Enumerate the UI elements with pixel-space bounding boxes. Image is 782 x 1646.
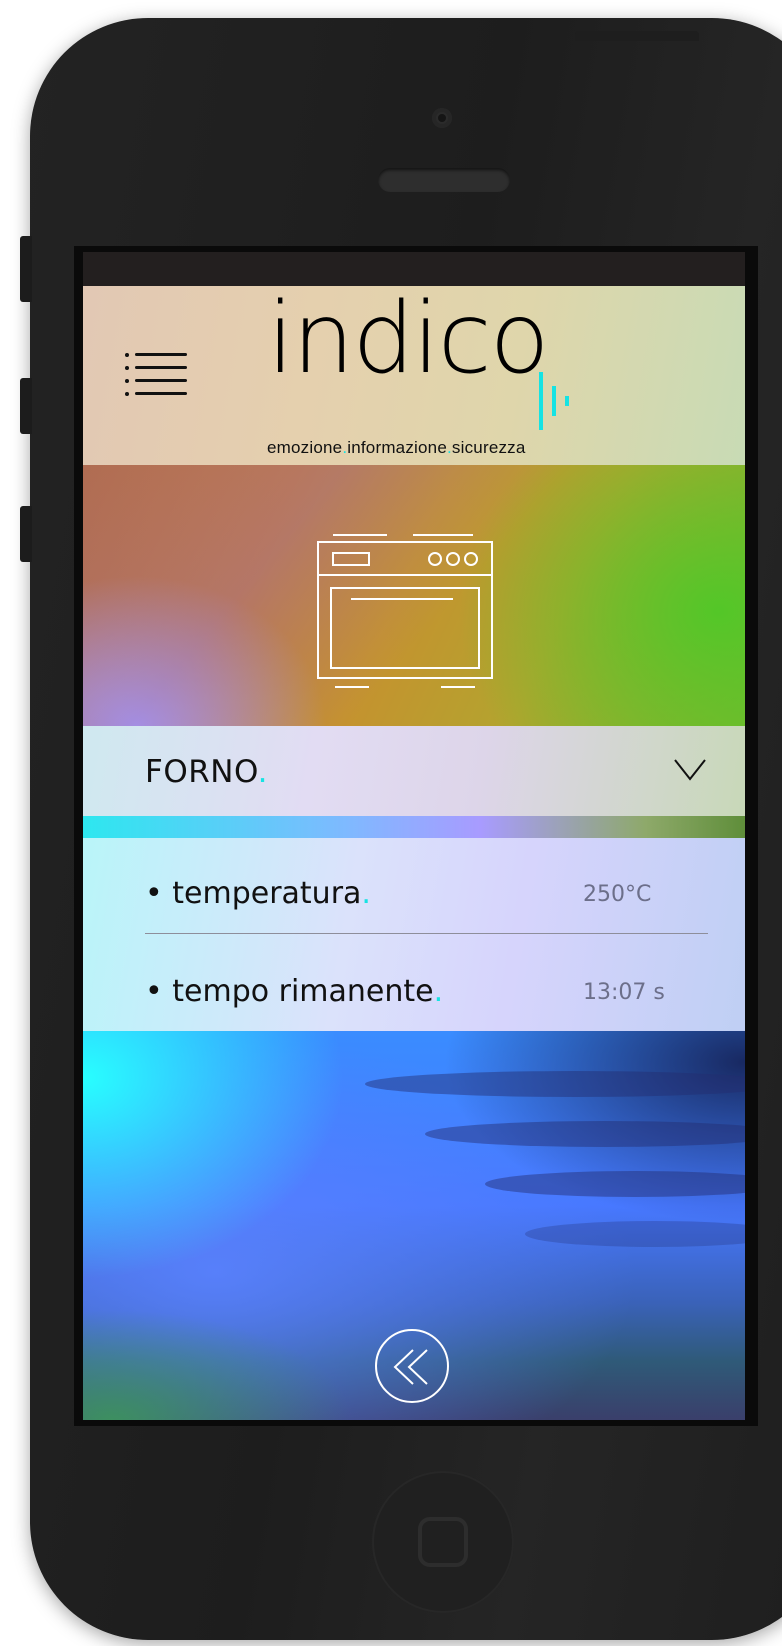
reading-label: • tempo rimanente.	[145, 974, 444, 1009]
device-title: FORNO.	[145, 754, 268, 790]
status-bar	[83, 252, 745, 286]
earpiece-speaker	[378, 168, 510, 192]
volume-down-button	[20, 506, 32, 562]
reading-row-time-remaining: • tempo rimanente. 13:07 s	[145, 964, 705, 1024]
logo-soundwave-icon	[539, 372, 569, 430]
accent-strip	[83, 816, 745, 838]
logo-wordmark: indico	[267, 282, 550, 396]
reading-value: 250°C	[583, 882, 652, 907]
logo-tagline: emozione.informazione.sicurezza	[267, 438, 526, 457]
device-selector[interactable]: FORNO.	[83, 726, 745, 816]
home-button	[372, 1471, 514, 1613]
volume-up-button	[20, 378, 32, 434]
power-button	[575, 31, 699, 41]
reading-value: 13:07 s	[583, 980, 665, 1005]
reading-label: • temperatura.	[145, 876, 371, 911]
divider	[145, 933, 708, 934]
front-camera	[432, 108, 452, 128]
device-hero	[83, 465, 745, 726]
app-header: indico emozione.informazione.sicurezza	[83, 286, 745, 465]
app-screen: indico emozione.informazione.sicurezza F…	[83, 252, 745, 1420]
chevron-down-icon[interactable]	[673, 758, 707, 782]
readings-panel: • temperatura. 250°C • tempo rimanente. …	[83, 838, 745, 1031]
back-button[interactable]	[375, 1329, 449, 1403]
hamburger-menu-icon[interactable]	[125, 353, 187, 398]
double-chevron-left-icon	[393, 1349, 428, 1385]
reading-row-temperature: • temperatura. 250°C	[145, 866, 705, 926]
mute-switch	[20, 236, 32, 302]
page-canvas: indico emozione.informazione.sicurezza F…	[0, 0, 782, 1646]
oven-icon	[317, 534, 493, 688]
app-logo: indico emozione.informazione.sicurezza	[267, 290, 597, 462]
